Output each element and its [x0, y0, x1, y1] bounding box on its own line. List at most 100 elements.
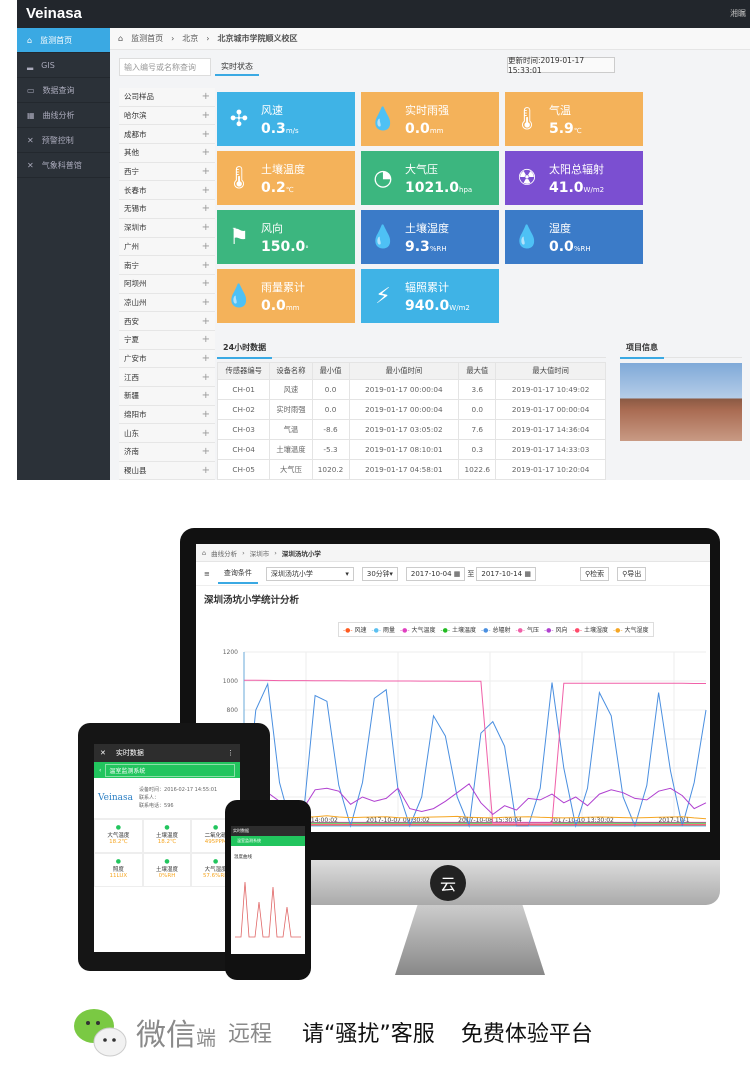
- plus-icon[interactable]: +: [202, 465, 210, 476]
- date-from-input[interactable]: 2017-10-04 ▦: [405, 566, 466, 581]
- sidebar-item[interactable]: ✕ 预警控制: [17, 128, 110, 153]
- tab-24h-data[interactable]: 24小时数据: [217, 338, 606, 359]
- plus-icon[interactable]: +: [202, 203, 210, 214]
- legend-item[interactable]: -●- 土壤湿度: [573, 625, 609, 634]
- plus-icon[interactable]: +: [202, 334, 210, 345]
- plus-icon[interactable]: +: [202, 166, 210, 177]
- tab-query[interactable]: 查询条件: [217, 564, 258, 584]
- plus-icon[interactable]: +: [202, 446, 210, 457]
- station-item[interactable]: 凉山州 +: [119, 293, 215, 313]
- plus-icon[interactable]: +: [202, 185, 210, 196]
- plus-icon[interactable]: +: [202, 428, 210, 439]
- search-button[interactable]: ⚲ 检索: [579, 566, 610, 581]
- sensor-cell[interactable]: ● 大气温度 18.2℃: [94, 819, 143, 853]
- search-input[interactable]: 输入编号或名称查询: [119, 58, 211, 76]
- user-name[interactable]: 湘瞩: [730, 8, 746, 19]
- station-item[interactable]: 广州 +: [119, 237, 215, 257]
- legend-item[interactable]: -●- 风向: [544, 625, 568, 634]
- breadcrumb-item[interactable]: 监测首页: [131, 33, 163, 44]
- station-item[interactable]: 新疆 +: [119, 387, 215, 406]
- sidebar-item[interactable]: ▭ 数据查询: [17, 78, 110, 103]
- plus-icon[interactable]: +: [202, 129, 210, 140]
- sensor-tile[interactable]: 💧 实时雨强 0.0mm: [361, 92, 499, 146]
- station-item[interactable]: 阿坝州 +: [119, 274, 215, 294]
- sensor-icon: ●: [164, 824, 170, 831]
- sensor-cell[interactable]: ● 土壤湿度 0%RH: [142, 853, 192, 887]
- plus-icon[interactable]: +: [202, 297, 210, 308]
- legend-item[interactable]: -●- 大气湿度: [613, 625, 649, 634]
- legend-item[interactable]: -●- 大气温度: [400, 625, 436, 634]
- sensor-tile[interactable]: 💧 雨量累计 0.0mm: [217, 269, 355, 323]
- station-select[interactable]: 深圳汤坑小学 ▾: [265, 566, 354, 581]
- sensor-cell[interactable]: ● 土壤温度 18.2℃: [142, 819, 192, 853]
- station-item[interactable]: 南宁 +: [119, 256, 215, 275]
- station-item[interactable]: 江西 +: [119, 368, 215, 387]
- plus-icon[interactable]: +: [202, 278, 210, 289]
- back-icon[interactable]: ‹: [99, 767, 101, 774]
- export-button[interactable]: ⚲ 导出: [617, 566, 647, 581]
- sensor-tile[interactable]: ✣ 风速 0.3m/s: [217, 92, 355, 146]
- plus-icon[interactable]: +: [202, 390, 210, 401]
- station-item[interactable]: 山东 +: [119, 424, 215, 444]
- station-item[interactable]: 长春市 +: [119, 181, 215, 201]
- table-row: CH-01 风速 0.0 2019-01-17 00:00:04 3.6 2019-01-…: [216, 379, 606, 400]
- plus-icon[interactable]: +: [202, 110, 210, 121]
- sidebar-item[interactable]: ✕ 气象科普馆: [17, 153, 110, 178]
- date-to-input[interactable]: 2017-10-14 ▦: [476, 566, 536, 581]
- breadcrumb-item[interactable]: 曲线分析: [211, 548, 237, 558]
- tablet-grid: ● 大气温度 18.2℃ ● 土壤温度 18.2℃ ● 二氧化碳 495PPM ● 照度 11LUX ●…: [94, 819, 240, 887]
- plus-icon[interactable]: +: [202, 222, 210, 233]
- plus-icon[interactable]: +: [202, 316, 210, 327]
- sensor-tile[interactable]: 💧 土壤湿度 9.3%RH: [361, 210, 499, 264]
- update-time-button[interactable]: 更新时间:2019-01-17 15:33:01: [507, 56, 615, 75]
- station-item[interactable]: 西安 +: [119, 312, 215, 331]
- station-item[interactable]: 济南 +: [119, 443, 215, 462]
- sensor-tile[interactable]: ◔ 大气压 1021.0hpa: [361, 151, 499, 205]
- station-item[interactable]: 广安市 +: [119, 349, 215, 369]
- sensor-cell[interactable]: ● 照度 11LUX: [94, 853, 143, 887]
- sensor-tile[interactable]: ☢ 太阳总辐射 41.0W/m2: [505, 151, 643, 205]
- station-item[interactable]: 其他 +: [119, 144, 215, 163]
- tab-realtime[interactable]: 实时状态: [215, 58, 259, 76]
- station-item[interactable]: 无锡市 +: [119, 200, 215, 219]
- breadcrumb-item[interactable]: 北京: [182, 33, 198, 44]
- station-item[interactable]: 成都市 +: [119, 125, 215, 145]
- breadcrumb-item[interactable]: 深圳市: [250, 548, 270, 558]
- station-item[interactable]: 深圳市 +: [119, 218, 215, 238]
- legend-item[interactable]: -●- 风速: [343, 625, 367, 634]
- plus-icon[interactable]: +: [202, 241, 210, 252]
- system-select[interactable]: 温室监测系统: [105, 763, 235, 777]
- plus-icon[interactable]: +: [202, 260, 210, 271]
- sensor-tile[interactable]: ⚑ 风向 150.0°: [217, 210, 355, 264]
- legend-item[interactable]: -●- 总辐射: [481, 625, 511, 634]
- sensor-tile[interactable]: 🌡 气温 5.9℃: [505, 92, 643, 146]
- plus-icon[interactable]: +: [202, 147, 210, 158]
- legend-item[interactable]: -●- 土壤温度: [441, 625, 477, 634]
- sidebar-item[interactable]: ⌂ 监测首页: [17, 28, 110, 53]
- sensor-tile[interactable]: 🌡 土壤温度 0.2℃: [217, 151, 355, 205]
- station-item[interactable]: 哈尔滨 +: [119, 106, 215, 126]
- plus-icon[interactable]: +: [202, 372, 210, 383]
- legend-item[interactable]: -●- 雨量: [372, 625, 396, 634]
- sidebar-item[interactable]: ▦ 曲线分析: [17, 103, 110, 128]
- station-item[interactable]: 西宁 +: [119, 162, 215, 182]
- sensor-tile[interactable]: ⚡ 辐照累计 940.0W/m2: [361, 269, 499, 323]
- station-item[interactable]: 公司样品 +: [119, 88, 215, 107]
- more-icon[interactable]: ⋮: [227, 749, 234, 757]
- legend-item[interactable]: -●- 气压: [516, 625, 540, 634]
- sensor-tile[interactable]: 💧 湿度 0.0%RH: [505, 210, 643, 264]
- brand-logo: Veinasa: [98, 793, 134, 803]
- menu-icon[interactable]: ≡: [204, 570, 210, 578]
- tab-project-info[interactable]: 项目信息: [620, 338, 742, 359]
- plus-icon[interactable]: +: [202, 353, 210, 364]
- interval-select[interactable]: 30分钟 ▾: [361, 566, 398, 581]
- plus-icon[interactable]: +: [202, 91, 210, 102]
- plus-icon[interactable]: +: [202, 409, 210, 420]
- station-item[interactable]: 稷山县 +: [119, 461, 215, 481]
- table-cell: 2019-01-17 14:36:04: [495, 419, 606, 440]
- legend-marker: -●-: [343, 627, 355, 634]
- sidebar-item[interactable]: ▂ GIS: [17, 53, 110, 78]
- station-item[interactable]: 宁夏 +: [119, 330, 215, 350]
- close-icon[interactable]: ✕: [100, 749, 106, 757]
- station-item[interactable]: 绵阳市 +: [119, 405, 215, 425]
